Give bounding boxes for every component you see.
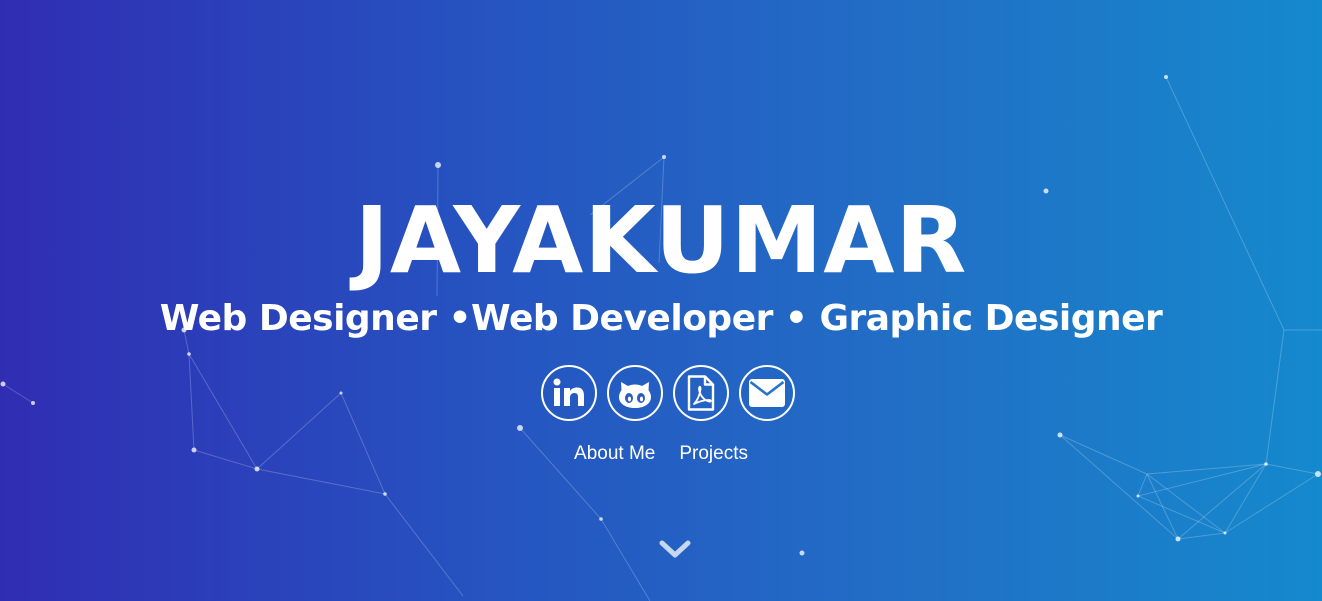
resume-button[interactable] bbox=[673, 365, 729, 421]
about-me-link[interactable]: About Me bbox=[574, 442, 655, 466]
hero-section: JAYAKUMAR Web Designer •Web Developer • … bbox=[0, 0, 1322, 601]
email-icon bbox=[749, 379, 785, 407]
email-button[interactable] bbox=[739, 365, 795, 421]
pdf-icon bbox=[687, 375, 715, 411]
chevron-down-icon bbox=[659, 540, 691, 558]
github-icon bbox=[619, 382, 651, 408]
github-button[interactable] bbox=[607, 365, 663, 421]
hero-nav: About Me Projects bbox=[0, 442, 1322, 466]
linkedin-icon bbox=[553, 378, 584, 406]
projects-link[interactable]: Projects bbox=[679, 442, 748, 466]
social-links bbox=[541, 365, 795, 421]
linkedin-button[interactable] bbox=[541, 365, 597, 421]
hero-tagline: Web Designer •Web Developer • Graphic De… bbox=[159, 298, 1163, 339]
hero-name: JAYAKUMAR bbox=[354, 187, 968, 294]
scroll-down-button[interactable] bbox=[659, 540, 691, 560]
